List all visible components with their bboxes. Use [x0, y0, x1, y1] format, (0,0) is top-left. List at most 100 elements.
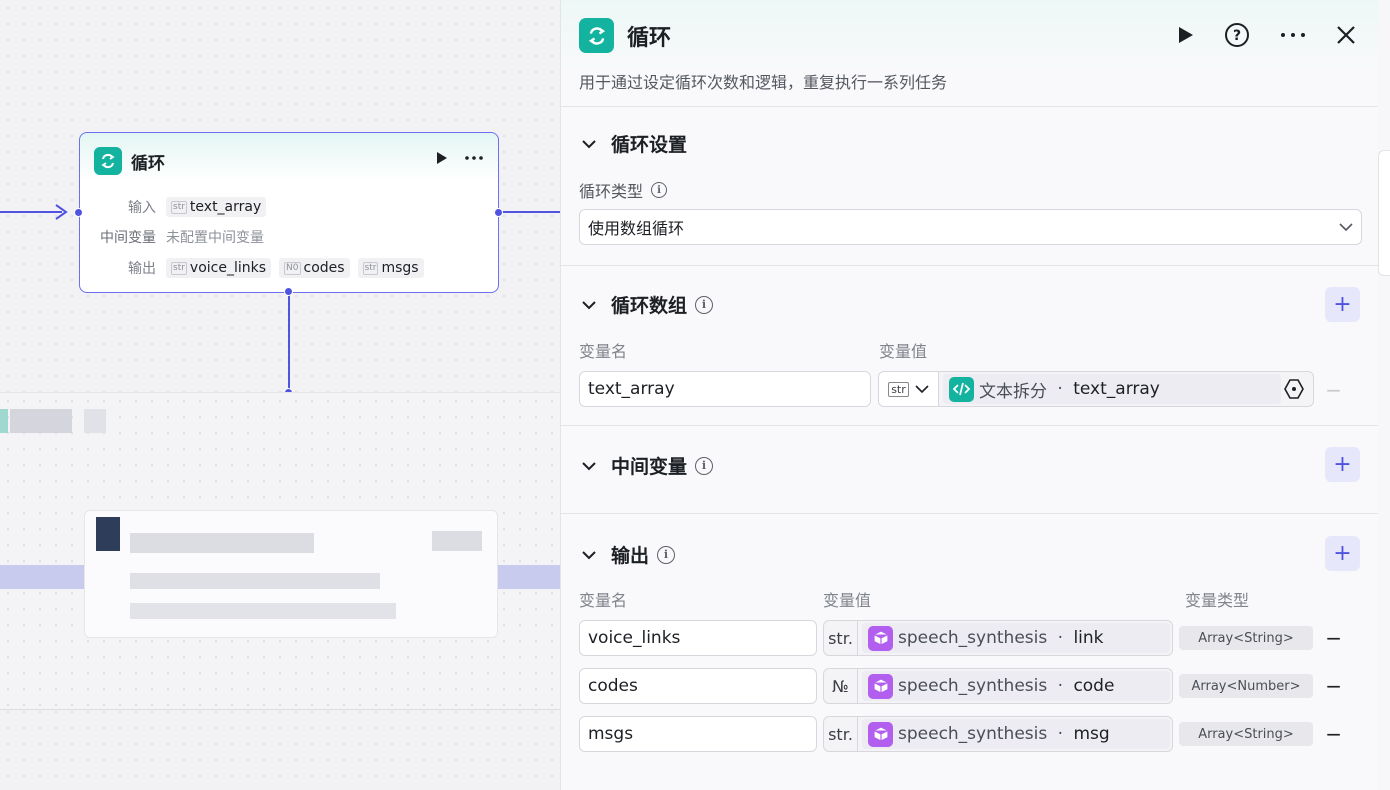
input-value: msgs	[588, 724, 634, 744]
column-header-value: 变量值	[823, 591, 872, 610]
info-icon[interactable]: i	[695, 456, 714, 475]
type-select[interactable]: str	[879, 372, 939, 406]
reference-chip[interactable]: 文本拆分 · text_array	[943, 374, 1281, 404]
add-output-button[interactable]: +	[1325, 536, 1360, 571]
section-loop-settings[interactable]: 循环设置	[581, 130, 687, 157]
output-chip: N0 codes	[279, 258, 350, 278]
chevron-down-icon	[915, 385, 929, 394]
background-node-peek	[1378, 0, 1390, 790]
output-port[interactable]	[494, 208, 503, 217]
loop-type-value: 使用数组循环	[588, 219, 685, 238]
outgoing-edge	[499, 211, 560, 213]
loop-type-select[interactable]: 使用数组循环	[579, 209, 1362, 245]
workflow-canvas[interactable]: 循环 输入 str text_array 中间变量 未配置中间变量 输出 str v…	[0, 0, 560, 790]
output-name-input[interactable]: msgs	[579, 716, 817, 752]
chevron-down-icon[interactable]	[581, 136, 597, 152]
type-tag: str	[362, 261, 379, 275]
loop-body-edge	[288, 292, 290, 392]
type-tag: N0	[284, 261, 301, 275]
more-icon[interactable]	[1280, 32, 1306, 38]
loop-array-name-input[interactable]: text_array	[579, 371, 871, 407]
source-field-name: code	[1073, 676, 1115, 696]
loop-body-area-blurred	[0, 392, 560, 710]
source-field-name: text_array	[1073, 379, 1160, 399]
variable-type-badge: Array<String>	[1179, 626, 1313, 650]
str-type-icon: str	[888, 381, 909, 397]
remove-row-button[interactable]: −	[1325, 674, 1342, 698]
info-icon[interactable]: i	[651, 182, 668, 198]
edge-arrow-icon	[55, 204, 68, 220]
variable-type-badge: Array<String>	[1179, 722, 1313, 746]
section-title: 输出	[611, 545, 650, 567]
variable-picker-icon[interactable]	[1283, 378, 1305, 400]
chevron-down-icon[interactable]	[581, 458, 597, 474]
loop-node[interactable]: 循环 输入 str text_array 中间变量 未配置中间变量 输出 str v…	[79, 132, 499, 293]
chip-name: codes	[303, 260, 345, 276]
add-loop-array-button[interactable]: +	[1325, 287, 1360, 322]
number-type-icon: №	[824, 669, 858, 703]
help-icon[interactable]: ?	[1224, 22, 1250, 48]
remove-row-button[interactable]: −	[1325, 626, 1342, 650]
output-value-ref[interactable]: str. speech_synthesis · msg	[823, 716, 1173, 752]
input-value: codes	[588, 676, 638, 696]
reference-chip[interactable]: speech_synthesis · link	[862, 623, 1170, 653]
source-field-name: msg	[1073, 724, 1110, 744]
remove-row-button[interactable]: −	[1325, 378, 1342, 402]
reference-chip[interactable]: speech_synthesis · code	[862, 671, 1170, 701]
chip-name: voice_links	[189, 260, 267, 276]
test-run-icon[interactable]	[1178, 26, 1194, 44]
loop-icon	[579, 18, 614, 53]
output-value-ref[interactable]: str. speech_synthesis · link	[823, 620, 1173, 656]
more-icon[interactable]	[464, 155, 484, 161]
code-icon	[949, 376, 974, 402]
type-tag: str	[171, 200, 187, 214]
column-header-value: 变量值	[879, 342, 928, 361]
source-node-name: 文本拆分	[979, 381, 1047, 402]
output-label: 输出	[128, 261, 156, 277]
output-name-input[interactable]: voice_links	[579, 620, 817, 656]
output-name-input[interactable]: codes	[579, 668, 817, 704]
source-field-name: link	[1073, 628, 1104, 648]
chevron-down-icon[interactable]	[581, 297, 597, 313]
intermediate-label: 中间变量	[100, 230, 156, 246]
info-icon[interactable]: i	[657, 545, 676, 564]
svg-text:?: ?	[1233, 28, 1241, 44]
loop-icon	[94, 147, 122, 175]
type-tag: str	[171, 261, 187, 275]
section-loop-array[interactable]: 循环数组 i	[581, 291, 714, 318]
add-intermediate-button[interactable]: +	[1325, 447, 1360, 482]
reference-chip[interactable]: speech_synthesis · msg	[862, 719, 1170, 749]
loop-array-value-ref[interactable]: str 文本拆分 · text_array	[878, 371, 1314, 407]
output-chip: str msgs	[357, 258, 424, 278]
plugin-cube-icon	[868, 721, 893, 747]
variable-type-badge: Array<Number>	[1179, 674, 1313, 698]
separator: ·	[1052, 628, 1069, 648]
plugin-cube-icon	[868, 625, 893, 651]
section-title: 中间变量	[611, 456, 688, 478]
str-type-icon: str.	[824, 621, 858, 655]
str-type-icon: str.	[824, 717, 858, 751]
output-chip: str voice_links	[166, 258, 272, 278]
panel-description: 用于通过设定循环次数和逻辑，重复执行一系列任务	[579, 73, 948, 92]
input-port[interactable]	[74, 208, 83, 217]
chip-name: text_array	[189, 199, 262, 215]
remove-row-button[interactable]: −	[1325, 722, 1342, 746]
panel-title: 循环	[627, 25, 672, 51]
run-node-icon[interactable]	[436, 151, 448, 165]
chip-name: msgs	[381, 260, 419, 276]
info-icon[interactable]: i	[695, 295, 714, 314]
output-value-ref[interactable]: № speech_synthesis · code	[823, 668, 1173, 704]
section-output[interactable]: 输出 i	[581, 541, 676, 568]
input-chip: str text_array	[166, 197, 267, 217]
section-title: 循环数组	[611, 295, 688, 317]
input-value: text_array	[588, 379, 675, 399]
source-node-name: speech_synthesis	[898, 676, 1048, 696]
close-icon[interactable]	[1336, 25, 1356, 45]
chevron-down-icon[interactable]	[581, 547, 597, 563]
column-header-name: 变量名	[579, 591, 628, 610]
separator: ·	[1052, 379, 1069, 399]
source-node-name: speech_synthesis	[898, 628, 1048, 648]
body-port[interactable]	[284, 287, 293, 296]
section-intermediate[interactable]: 中间变量 i	[581, 452, 714, 479]
node-title: 循环	[131, 153, 165, 174]
